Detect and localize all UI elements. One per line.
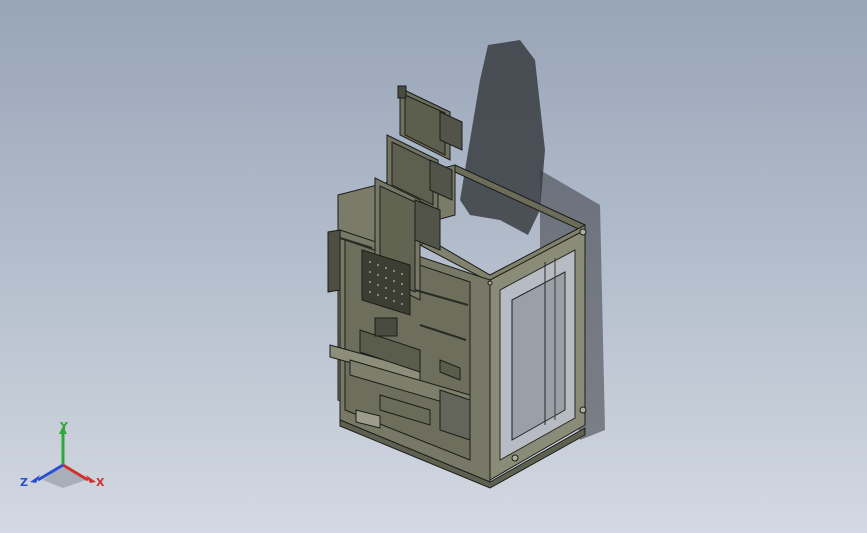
cage-inner-back [511, 271, 566, 441]
cad-viewport[interactable] [0, 0, 867, 533]
assembly-model[interactable] [327, 85, 587, 489]
triad-x-label: X [96, 476, 105, 489]
triad-y-label: Y [59, 420, 69, 433]
side-grille-module [327, 229, 341, 293]
triad-z-label: Z [20, 476, 28, 489]
orientation-triad: Y X Z [18, 420, 108, 495]
